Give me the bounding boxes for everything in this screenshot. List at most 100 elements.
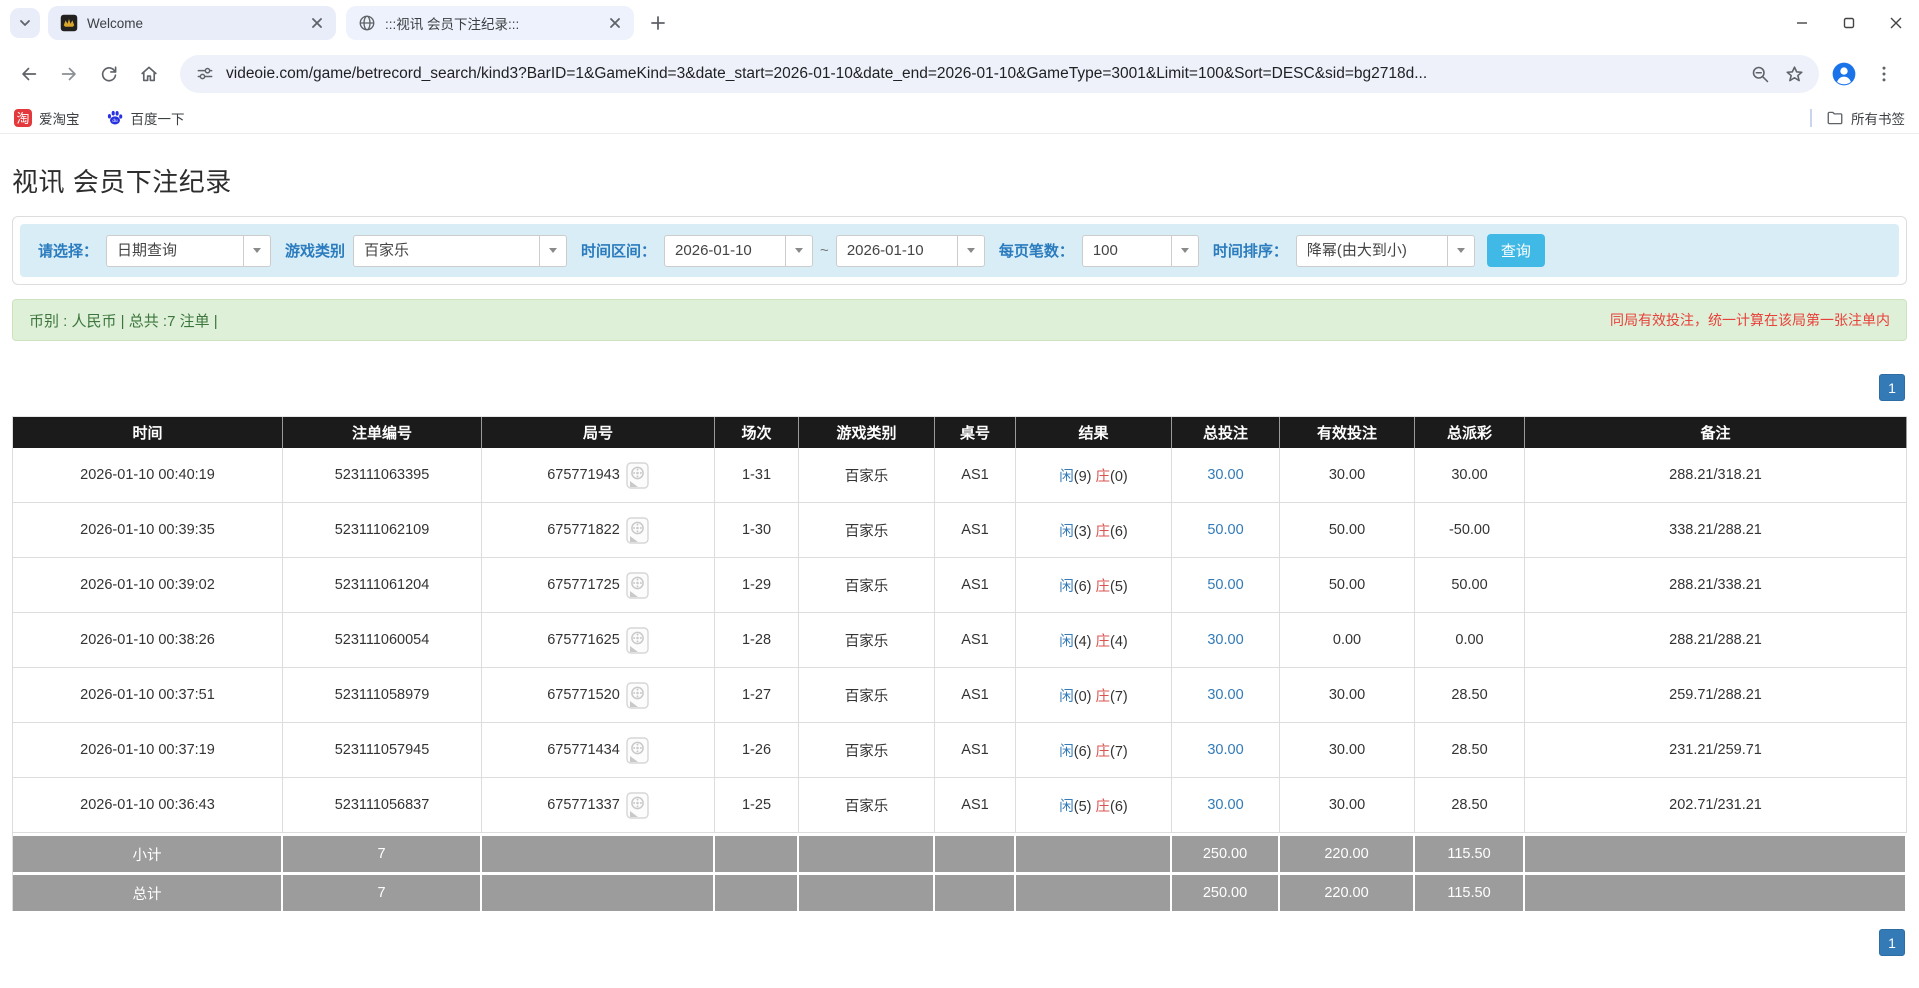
- tab-close-icon[interactable]: [308, 14, 326, 32]
- session-number: 1-26: [715, 723, 799, 778]
- video-replay-icon[interactable]: [626, 572, 649, 599]
- page-1-button[interactable]: 1: [1879, 929, 1905, 956]
- currency-total-text: 币别 : 人民币 | 总共 :7 注单 |: [29, 310, 218, 331]
- summary-valid-bet: 220.00: [1280, 833, 1415, 872]
- table-header-cell: 游戏类别: [799, 417, 935, 448]
- bookmarks-bar: 淘 爱淘宝 du 百度一下 所有书签: [0, 102, 1919, 134]
- balance-note: 231.21/259.71: [1525, 723, 1907, 778]
- search-button[interactable]: 查询: [1487, 234, 1545, 267]
- baidu-paw-icon: du: [106, 109, 124, 127]
- table-header-cell: 注单编号: [283, 417, 482, 448]
- chevron-down-icon[interactable]: [1447, 236, 1474, 266]
- address-bar[interactable]: videoie.com/game/betrecord_search/kind3?…: [180, 55, 1819, 93]
- close-icon[interactable]: [1872, 0, 1919, 46]
- total-bet-link[interactable]: 30.00: [1207, 467, 1243, 483]
- balance-note: 288.21/338.21: [1525, 558, 1907, 613]
- total-bet-link[interactable]: 30.00: [1207, 687, 1243, 703]
- maximize-icon[interactable]: [1825, 0, 1872, 46]
- menu-kebab-icon[interactable]: [1867, 57, 1901, 91]
- minimize-icon[interactable]: [1778, 0, 1825, 46]
- chevron-down-icon[interactable]: [785, 236, 812, 266]
- video-replay-icon[interactable]: [626, 462, 649, 489]
- player-result: 闲: [1059, 799, 1074, 815]
- page-1-button[interactable]: 1: [1879, 374, 1905, 401]
- banker-result: 庄: [1096, 524, 1111, 540]
- total-bet-link[interactable]: 50.00: [1207, 577, 1243, 593]
- total-payout: 0.00: [1415, 613, 1525, 668]
- banker-result: 庄: [1096, 634, 1111, 650]
- valid-bet: 30.00: [1280, 668, 1415, 723]
- bet-time: 2026-01-10 00:38:26: [13, 613, 283, 668]
- video-replay-icon[interactable]: [626, 682, 649, 709]
- bet-time: 2026-01-10 00:40:19: [13, 448, 283, 503]
- game-kind: 百家乐: [799, 778, 935, 833]
- bet-time: 2026-01-10 00:36:43: [13, 778, 283, 833]
- table-row: 2026-01-10 00:39:35 523111062109 6757718…: [13, 503, 1907, 558]
- total-bet-link[interactable]: 50.00: [1207, 522, 1243, 538]
- video-replay-icon[interactable]: [626, 737, 649, 764]
- bet-id: 523111056837: [283, 778, 482, 833]
- game-kind: 百家乐: [799, 448, 935, 503]
- round-cell: 675771337: [482, 778, 715, 833]
- game-kind: 百家乐: [799, 503, 935, 558]
- total-bet-link[interactable]: 30.00: [1207, 632, 1243, 648]
- total-payout: -50.00: [1415, 503, 1525, 558]
- table-row: 2026-01-10 00:37:19 523111057945 6757714…: [13, 723, 1907, 778]
- tab-close-icon[interactable]: [606, 14, 624, 32]
- video-replay-icon[interactable]: [626, 627, 649, 654]
- all-bookmarks-button[interactable]: 所有书签: [1826, 108, 1905, 128]
- chevron-down-icon[interactable]: [243, 236, 270, 266]
- tab-search-button[interactable]: [10, 8, 40, 38]
- bookmark-taobao[interactable]: 淘 爱淘宝: [14, 108, 80, 128]
- query-mode-select[interactable]: 日期查询: [106, 235, 271, 267]
- total-bet-link[interactable]: 30.00: [1207, 797, 1243, 813]
- round-number: 675771725: [547, 577, 620, 593]
- new-tab-button[interactable]: [644, 9, 672, 37]
- total-bet-cell: 50.00: [1172, 558, 1280, 613]
- table-number: AS1: [935, 613, 1016, 668]
- total-bet-cell: 30.00: [1172, 668, 1280, 723]
- result-cell: 闲(3) 庄(6): [1016, 503, 1172, 558]
- player-result: 闲: [1059, 524, 1074, 540]
- globe-icon: [358, 14, 376, 32]
- sort-select[interactable]: 降幂(由大到小): [1296, 235, 1475, 267]
- game-kind-select[interactable]: 百家乐: [353, 235, 567, 267]
- player-result: 闲: [1059, 744, 1074, 760]
- table-header-cell: 总投注: [1172, 417, 1280, 448]
- video-replay-icon[interactable]: [626, 792, 649, 819]
- chevron-down-icon: [18, 16, 32, 30]
- tab-bet-record[interactable]: :::视讯 会员下注纪录:::: [346, 6, 634, 40]
- page-content: 视讯 会员下注纪录 请选择： 日期查询 游戏类别 百家乐 时间区间： 2026-…: [0, 162, 1919, 956]
- summary-valid-bet: 220.00: [1280, 872, 1415, 911]
- tab-welcome[interactable]: Welcome: [48, 6, 336, 40]
- bookmark-baidu[interactable]: du 百度一下: [106, 108, 185, 128]
- table-number: AS1: [935, 448, 1016, 503]
- summary-total-bet: 250.00: [1172, 872, 1280, 911]
- site-settings-icon[interactable]: [194, 63, 216, 85]
- forward-button[interactable]: [52, 57, 86, 91]
- bookmark-star-icon[interactable]: [1783, 63, 1805, 85]
- table-header-cell: 结果: [1016, 417, 1172, 448]
- chevron-down-icon[interactable]: [539, 236, 566, 266]
- refresh-button[interactable]: [92, 57, 126, 91]
- back-button[interactable]: [12, 57, 46, 91]
- chevron-down-icon[interactable]: [1171, 236, 1198, 266]
- table-number: AS1: [935, 668, 1016, 723]
- session-number: 1-27: [715, 668, 799, 723]
- home-button[interactable]: [132, 57, 166, 91]
- url-text[interactable]: videoie.com/game/betrecord_search/kind3?…: [226, 65, 1737, 83]
- game-kind: 百家乐: [799, 668, 935, 723]
- zoom-out-icon[interactable]: [1749, 63, 1771, 85]
- summary-payout: 115.50: [1415, 833, 1525, 872]
- date-start-input[interactable]: 2026-01-10: [664, 235, 813, 267]
- total-bet-link[interactable]: 30.00: [1207, 742, 1243, 758]
- page-size-select[interactable]: 100: [1082, 235, 1199, 267]
- game-kind: 百家乐: [799, 723, 935, 778]
- session-number: 1-31: [715, 448, 799, 503]
- table-number: AS1: [935, 723, 1016, 778]
- round-number: 675771625: [547, 632, 620, 648]
- chevron-down-icon[interactable]: [957, 236, 984, 266]
- video-replay-icon[interactable]: [626, 517, 649, 544]
- date-end-input[interactable]: 2026-01-10: [836, 235, 985, 267]
- profile-avatar[interactable]: [1827, 57, 1861, 91]
